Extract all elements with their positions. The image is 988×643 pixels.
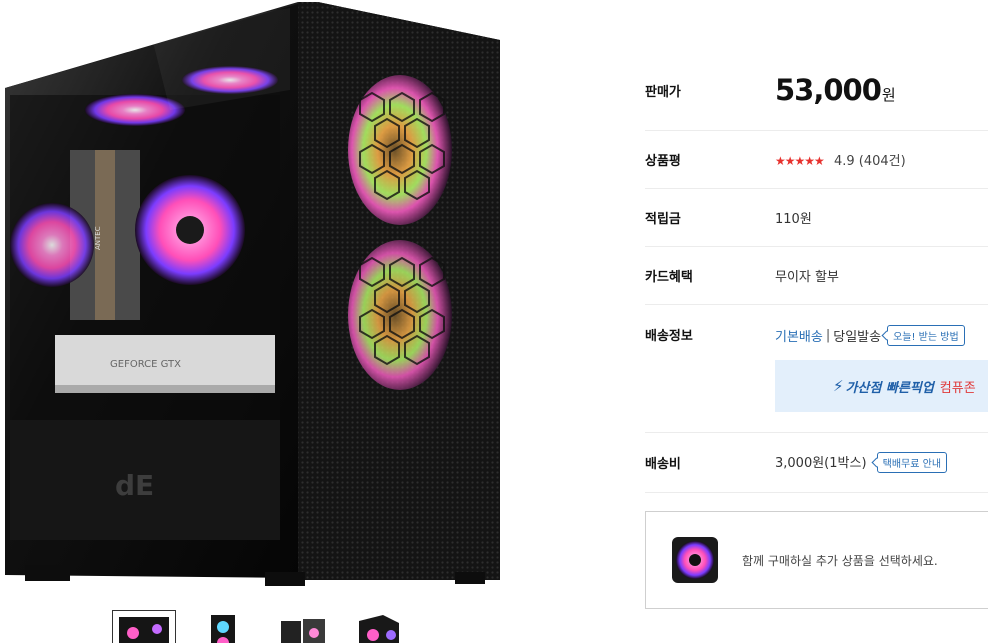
rating-score: 4.9 [833, 154, 855, 169]
shipping-fee-amount: 3,000원(1박스) [775, 456, 867, 471]
fan-product-icon [672, 537, 718, 583]
rating-value[interactable]: ★★★★★ 4.9 (404건) [775, 150, 988, 169]
star-rating-icon: ★★★★★ [775, 154, 825, 168]
price-amount: 53,000 [775, 73, 882, 107]
shipping-info-label: 배송정보 [645, 329, 693, 344]
basic-shipping-link[interactable]: 기본배송 [775, 326, 823, 345]
same-day-shipping: 당일발송 [833, 330, 882, 345]
product-info-panel: 판매가 53,000원 상품평 ★★★★★ 4.9 (404건) 적립금 110… [645, 50, 988, 493]
today-delivery-guide-button[interactable]: 오늘! 받는 방법 [887, 325, 965, 346]
pickup-store: 컴퓨존 [939, 380, 976, 396]
card-benefit-row: 카드혜택 무이자 할부 [645, 247, 988, 305]
card-benefit-value: 무이자 할부 [775, 270, 839, 285]
gpu-badge-text: GEFORCE GTX [110, 359, 181, 370]
price-row: 판매가 53,000원 [645, 50, 988, 131]
thumbnail-angle[interactable] [346, 610, 410, 643]
thumbnail-fans[interactable] [190, 610, 254, 643]
svg-text:dE: dE [115, 469, 154, 502]
shipping-separator: | [825, 328, 831, 343]
product-gallery: ANTEC GEFORCE GTX dE [0, 0, 600, 643]
rating-row: 상품평 ★★★★★ 4.9 (404건) [645, 131, 988, 189]
shipping-info-value: 기본배송 | 당일발송 오늘! 받는 방법 ⚡ 가산점 빠른픽업 컴퓨존 [775, 325, 988, 412]
thumbnail-strip [112, 610, 410, 643]
thumbnail-open[interactable] [268, 610, 332, 643]
points-row: 적립금 110원 [645, 189, 988, 247]
free-shipping-guide-button[interactable]: 택배무료 안내 [876, 452, 948, 473]
pickup-title: 가산점 빠른픽업 [845, 380, 934, 396]
shipping-fee-value: 3,000원(1박스) 택배무료 안내 [775, 452, 988, 473]
thumbnail-front[interactable] [112, 610, 176, 643]
product-main-image[interactable]: ANTEC GEFORCE GTX dE [0, 0, 560, 600]
shipping-fee-label: 배송비 [645, 457, 681, 472]
product-detail-page: ANTEC GEFORCE GTX dE 판매가 53,000원 상품평 ★★★… [0, 0, 988, 643]
rating-label: 상품평 [645, 154, 681, 169]
shipping-info-row: 배송정보 기본배송 | 당일발송 오늘! 받는 방법 ⚡ 가산점 빠른픽업 컴퓨… [645, 305, 988, 433]
review-count: (404건) [858, 154, 906, 169]
price-unit: 원 [881, 86, 896, 104]
addon-product-selector[interactable]: 함께 구매하실 추가 상품을 선택하세요. [645, 511, 988, 609]
price-label: 판매가 [645, 84, 681, 100]
shipping-fee-row: 배송비 3,000원(1박스) 택배무료 안내 [645, 433, 988, 493]
quick-pickup-banner[interactable]: ⚡ 가산점 빠른픽업 컴퓨존 [775, 360, 988, 412]
points-value: 110원 [775, 212, 812, 227]
shipping-line: 기본배송 | 당일발송 오늘! 받는 방법 [775, 325, 988, 346]
lightning-icon: ⚡ [833, 377, 844, 395]
card-benefit-label: 카드혜택 [645, 270, 693, 285]
points-label: 적립금 [645, 212, 681, 227]
price-value: 53,000원 [775, 73, 988, 107]
addon-prompt-text: 함께 구매하실 추가 상품을 선택하세요. [742, 553, 938, 568]
svg-text:ANTEC: ANTEC [94, 226, 102, 250]
